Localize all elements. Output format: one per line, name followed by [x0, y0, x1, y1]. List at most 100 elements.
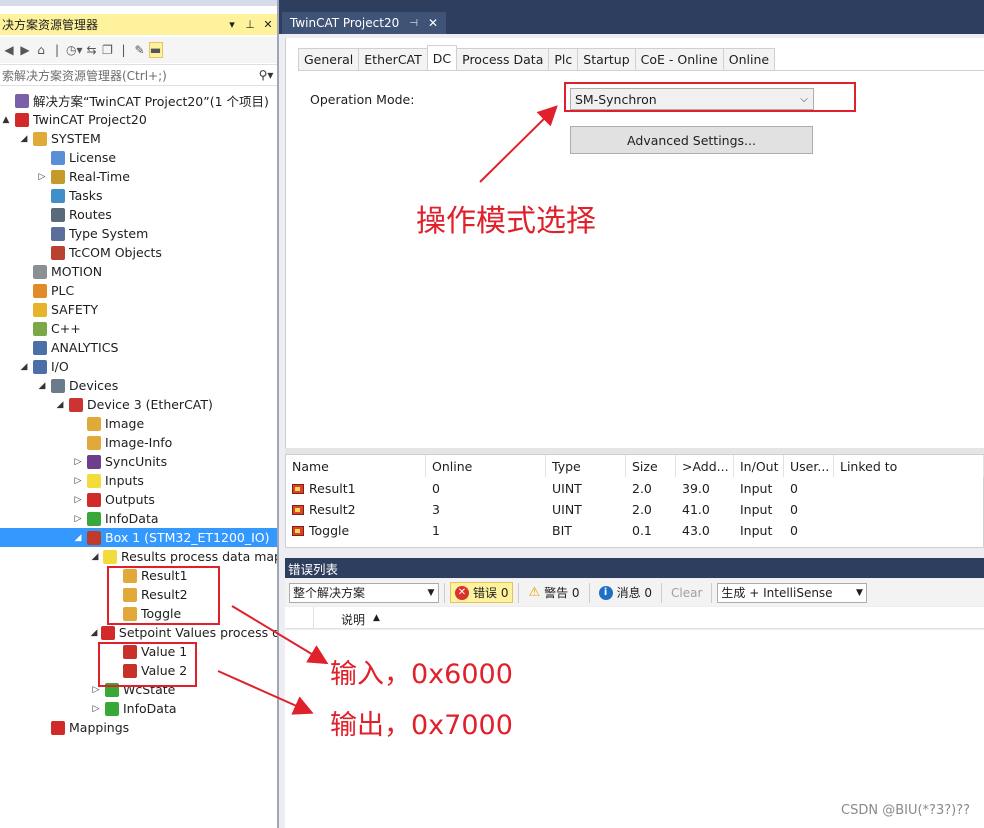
advanced-settings-button[interactable]: Advanced Settings... [570, 126, 813, 154]
column-header[interactable]: Name [286, 455, 426, 477]
tree-node[interactable]: ▷ SyncUnits [0, 452, 277, 471]
collapse-icon[interactable]: ❐ [101, 43, 115, 57]
expand-toggle-icon[interactable]: ▷ [72, 476, 84, 486]
expand-toggle-icon[interactable]: ◢ [90, 552, 100, 562]
tree-node[interactable]: ANALYTICS [0, 338, 277, 357]
back-icon[interactable]: ◀ [2, 43, 16, 57]
close-icon[interactable]: ✕ [428, 16, 438, 30]
warnings-filter-button[interactable]: ⚠ 警告 0 [524, 582, 583, 603]
grid-cell-linked[interactable] [834, 520, 984, 541]
tab-online[interactable]: Online [722, 48, 776, 70]
tree-node[interactable]: License [0, 148, 277, 167]
tree-node[interactable]: ◢ Box 1 (STM32_ET1200_IO) [0, 528, 277, 547]
tree-node[interactable]: ◢ Device 3 (EtherCAT) [0, 395, 277, 414]
tab-startup[interactable]: Startup [577, 48, 636, 70]
grid-cell-user[interactable]: 0 [784, 499, 834, 520]
tree-node[interactable]: PLC [0, 281, 277, 300]
grid-cell-addr[interactable]: 41.0 [676, 499, 734, 520]
home-icon[interactable]: ⌂ [34, 43, 48, 57]
tree-node[interactable]: 解决方案“TwinCAT Project20”(1 个项目) [0, 91, 277, 110]
tree-node[interactable]: Image-Info [0, 433, 277, 452]
tab-dc[interactable]: DC [426, 45, 458, 71]
tab-ethercat[interactable]: EtherCAT [358, 48, 428, 70]
expand-toggle-icon[interactable]: ▷ [36, 172, 48, 182]
tab-process-data[interactable]: Process Data [456, 48, 550, 70]
grid-cell-user[interactable]: 0 [784, 520, 834, 541]
tree-node[interactable]: ▷ InfoData [0, 509, 277, 528]
grid-cell-linked[interactable] [834, 478, 984, 499]
grid-cell-online[interactable]: 0 [426, 478, 546, 499]
grid-cell-inout[interactable]: Input [734, 478, 784, 499]
search-icon[interactable]: ⚲▾ [255, 68, 277, 82]
auto-hide-pin-icon[interactable]: ⊥ [241, 18, 259, 31]
clear-button[interactable]: Clear [667, 582, 706, 603]
column-header[interactable]: In/Out [734, 455, 784, 477]
expand-toggle-icon[interactable]: ◢ [54, 400, 66, 410]
forward-icon[interactable]: ▶ [18, 43, 32, 57]
grid-cell-name[interactable]: Toggle [286, 520, 426, 541]
tree-node[interactable]: TcCOM Objects [0, 243, 277, 262]
solution-search-box[interactable]: 索解决方案资源管理器(Ctrl+;) ⚲▾ [0, 64, 277, 86]
tree-node[interactable]: ◢ SYSTEM [0, 129, 277, 148]
messages-filter-button[interactable]: i 消息 0 [595, 582, 656, 603]
description-column-header[interactable]: 说明 ▲ [341, 611, 380, 628]
expand-toggle-icon[interactable]: ◢ [36, 381, 48, 391]
grid-cell-type[interactable]: UINT [546, 478, 626, 499]
grid-cell-name[interactable]: Result1 [286, 478, 426, 499]
expand-toggle-icon[interactable]: ▷ [72, 457, 84, 467]
window-position-dropdown-icon[interactable]: ▾ [223, 18, 241, 31]
expand-toggle-icon[interactable]: ▷ [72, 514, 84, 524]
tab-twincat-project20[interactable]: TwinCAT Project20 ⊣ ✕ [282, 12, 447, 34]
tab-plc[interactable]: Plc [548, 48, 579, 70]
history-icon[interactable]: ◷▾ [66, 43, 83, 57]
pin-icon[interactable]: ⊣ [409, 18, 418, 29]
column-header[interactable]: >Add... [676, 455, 734, 477]
grid-cell-inout[interactable]: Input [734, 520, 784, 541]
grid-cell-linked[interactable] [834, 499, 984, 520]
tree-node[interactable]: Tasks [0, 186, 277, 205]
expand-toggle-icon[interactable]: ▷ [90, 704, 102, 714]
column-header[interactable]: Size [626, 455, 676, 477]
expand-toggle-icon[interactable]: ◢ [18, 362, 30, 372]
grid-cell-type[interactable]: BIT [546, 520, 626, 541]
tree-node[interactable]: ◢ Setpoint Values process data mapping [0, 623, 277, 642]
tree-node[interactable]: ◢ Results process data mapping [0, 547, 277, 566]
tree-node[interactable]: Type System [0, 224, 277, 243]
expand-toggle-icon[interactable]: ▲ [0, 115, 12, 125]
tree-node[interactable]: ▷ Inputs [0, 471, 277, 490]
errors-filter-button[interactable]: ✕ 错误 0 [450, 582, 514, 603]
grid-cell-inout[interactable]: Input [734, 499, 784, 520]
tab-coe-online[interactable]: CoE - Online [634, 48, 724, 70]
grid-cell-size[interactable]: 2.0 [626, 478, 676, 499]
build-filter-dropdown[interactable]: 生成 + IntelliSense ▼ [717, 582, 868, 603]
tree-node[interactable]: ▷ Real-Time [0, 167, 277, 186]
sync-icon[interactable]: ⇆ [85, 43, 99, 57]
expand-toggle-icon[interactable]: ▷ [72, 495, 84, 505]
tree-node[interactable]: ▷ InfoData [0, 699, 277, 718]
properties-icon[interactable]: ✎ [133, 43, 147, 57]
scope-dropdown[interactable]: 整个解决方案 ▼ [289, 582, 439, 603]
expand-toggle-icon[interactable]: ◢ [90, 628, 98, 638]
tree-node[interactable]: ◢ I/O [0, 357, 277, 376]
tree-node[interactable]: Mappings [0, 718, 277, 737]
tree-node[interactable]: C++ [0, 319, 277, 338]
column-header[interactable]: Online [426, 455, 546, 477]
tree-node[interactable]: SAFETY [0, 300, 277, 319]
tree-node[interactable]: ◢ Devices [0, 376, 277, 395]
expand-toggle-icon[interactable]: ◢ [72, 533, 84, 543]
close-icon[interactable]: ✕ [259, 18, 277, 31]
tab-general[interactable]: General [298, 48, 360, 70]
grid-cell-addr[interactable]: 39.0 [676, 478, 734, 499]
grid-cell-name[interactable]: Result2 [286, 499, 426, 520]
tree-node[interactable]: ▲ TwinCAT Project20 [0, 110, 277, 129]
tree-node[interactable]: ▷ Outputs [0, 490, 277, 509]
column-header[interactable]: Type [546, 455, 626, 477]
tree-node[interactable]: MOTION [0, 262, 277, 281]
grid-cell-type[interactable]: UINT [546, 499, 626, 520]
grid-cell-size[interactable]: 2.0 [626, 499, 676, 520]
grid-cell-addr[interactable]: 43.0 [676, 520, 734, 541]
grid-cell-user[interactable]: 0 [784, 478, 834, 499]
column-header[interactable]: Linked to [834, 455, 984, 477]
pin-preview-icon[interactable]: ▬ [148, 42, 163, 58]
grid-cell-size[interactable]: 0.1 [626, 520, 676, 541]
